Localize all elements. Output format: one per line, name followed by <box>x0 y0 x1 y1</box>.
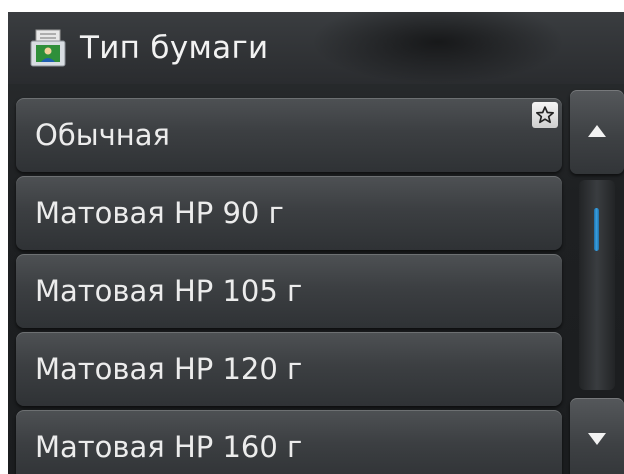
list-item-label: Матовая HP 120 г <box>35 352 303 386</box>
paper-type-icon <box>30 29 66 67</box>
arrow-down-icon <box>587 431 607 450</box>
list-item[interactable]: Матовая HP 160 г <box>16 410 562 474</box>
arrow-up-icon <box>587 123 607 142</box>
list-item-label: Матовая HP 105 г <box>35 274 303 308</box>
favorite-star-icon[interactable] <box>532 102 558 128</box>
list-item[interactable]: Обычная <box>16 98 562 172</box>
paper-type-screen: Тип бумаги Обычная Матовая HP 90 г Матовая… <box>8 12 624 474</box>
scroll-up-button[interactable] <box>570 90 624 174</box>
scroll-track[interactable] <box>579 180 615 390</box>
list-item[interactable]: Матовая HP 120 г <box>16 332 562 406</box>
header-bar: Тип бумаги <box>8 12 624 84</box>
list-item[interactable]: Матовая HP 90 г <box>16 176 562 250</box>
list-item-label: Обычная <box>35 118 170 152</box>
scroll-down-button[interactable] <box>570 398 624 474</box>
page-title: Тип бумаги <box>80 30 269 66</box>
list-item[interactable]: Матовая HP 105 г <box>16 254 562 328</box>
scroll-thumb[interactable] <box>594 208 599 251</box>
scrollbar[interactable] <box>570 84 624 474</box>
list-item-label: Матовая HP 90 г <box>35 196 284 230</box>
list-item-label: Матовая HP 160 г <box>35 430 303 464</box>
